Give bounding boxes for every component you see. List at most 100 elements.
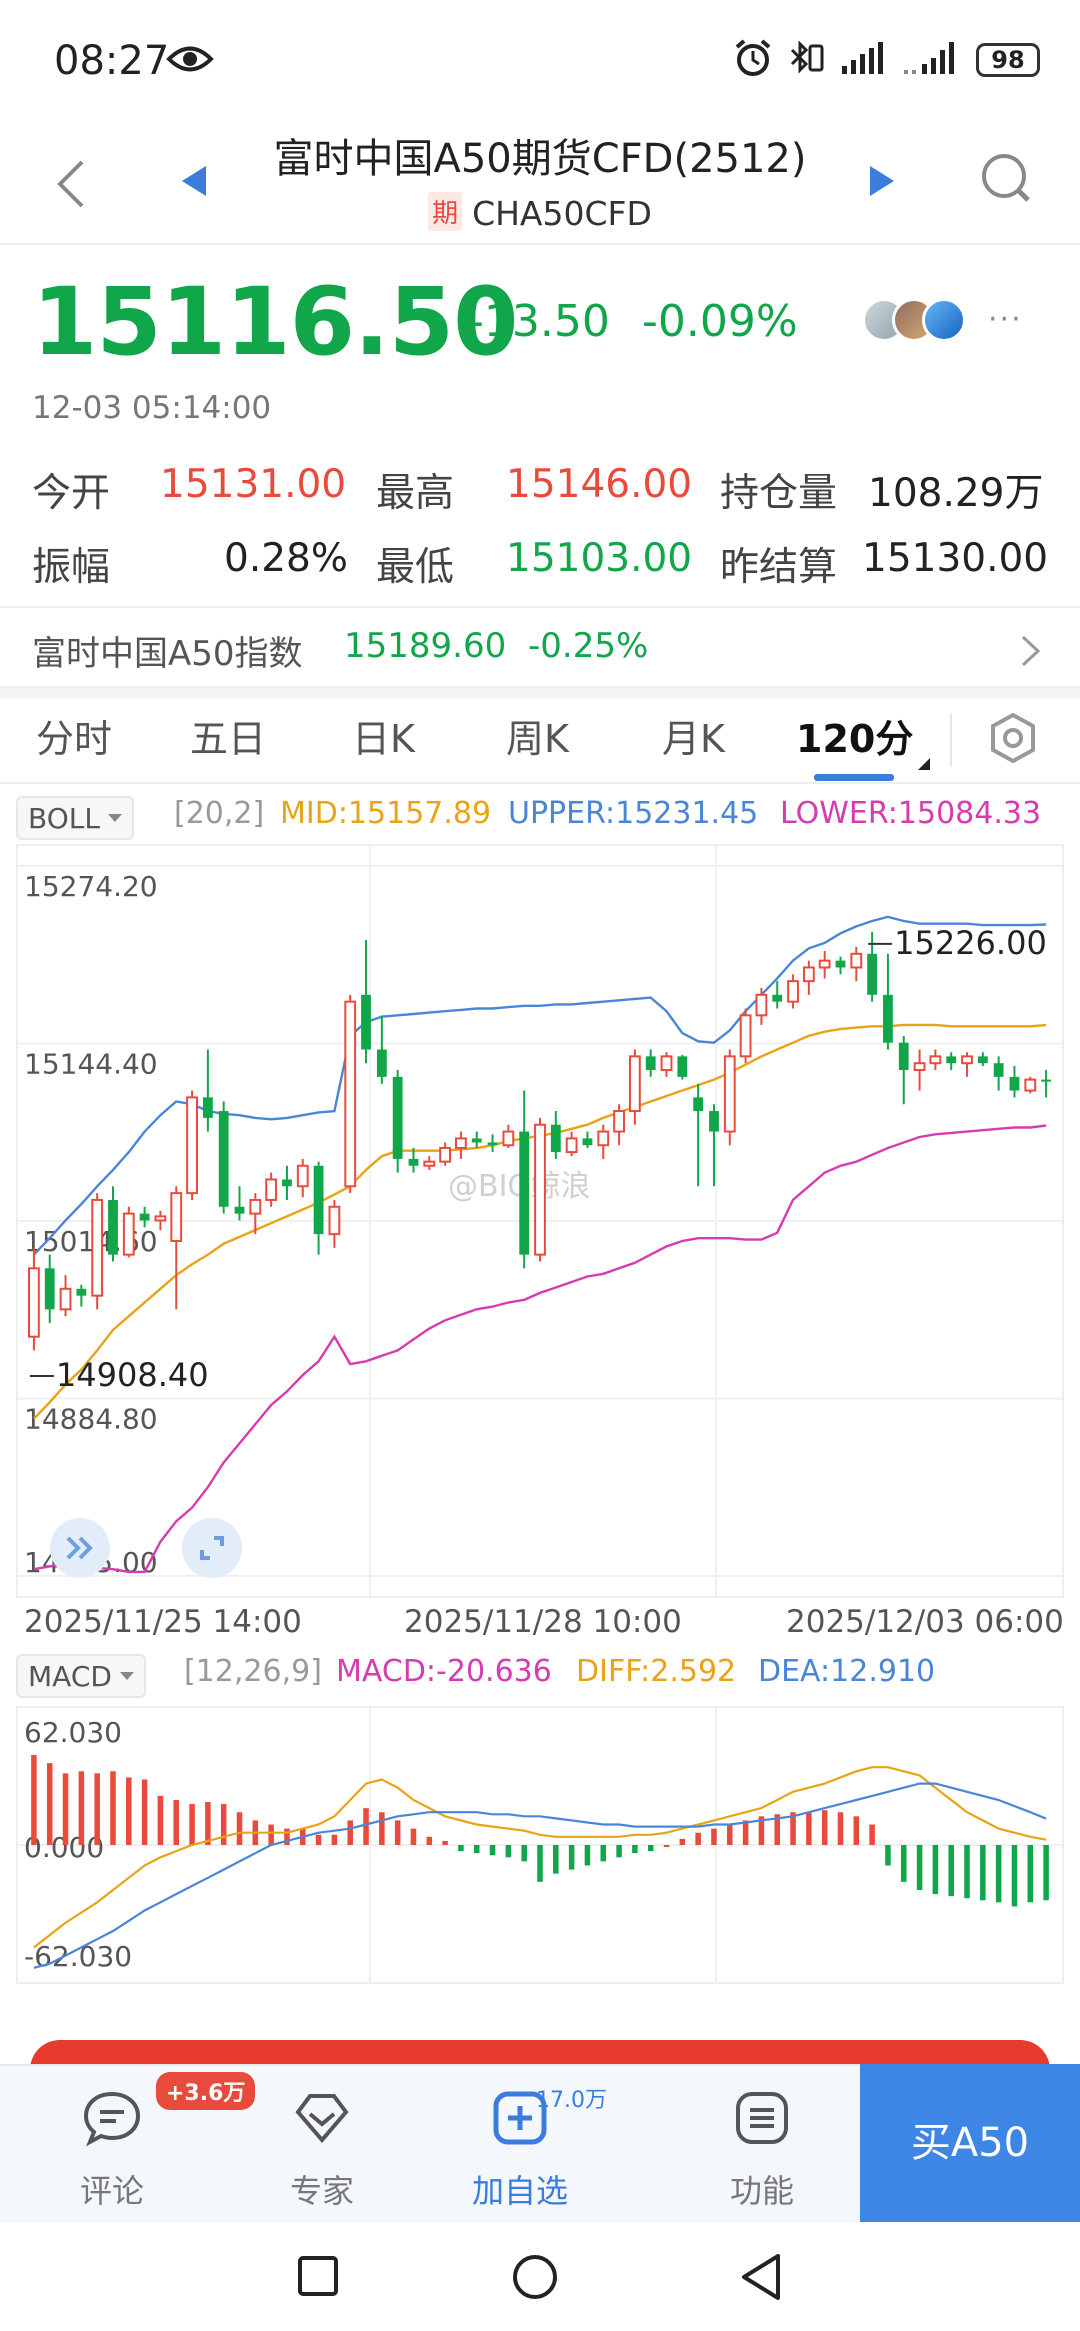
macd-bar <box>727 1824 733 1845</box>
macd-bar <box>363 1808 369 1845</box>
candle-body <box>961 1055 973 1065</box>
candle-body <box>471 1138 482 1143</box>
back-icon[interactable] <box>738 2252 784 2306</box>
candle-body <box>835 960 846 968</box>
macd-bar <box>379 1812 385 1845</box>
candle-body <box>249 1198 262 1215</box>
expand-left-button[interactable] <box>50 1518 110 1578</box>
oi-value: 108.29万 <box>868 471 1044 516</box>
boll-selector[interactable]: BOLL <box>16 796 134 840</box>
macd-chart[interactable]: 62.030 0.000 -62.030 <box>16 1706 1064 1984</box>
macd-bar <box>869 1824 875 1845</box>
candle-body <box>376 1049 387 1077</box>
macd-bar <box>442 1840 448 1845</box>
tab-dropdown-corner <box>918 758 930 770</box>
boll-mid: MID:15157.89 <box>280 796 492 831</box>
comment-icon <box>82 2088 142 2152</box>
function-button[interactable]: 功能 <box>682 2066 842 2224</box>
macd-bar <box>916 1845 923 1891</box>
recent-apps-icon[interactable] <box>296 2254 340 2302</box>
min-price-label: 14908.40 <box>56 1356 209 1394</box>
macd-bar <box>616 1845 622 1858</box>
home-icon[interactable] <box>510 2252 560 2306</box>
tab-weekly-k[interactable]: 周K <box>506 708 569 763</box>
macd-bar <box>205 1802 211 1845</box>
macd-bar <box>584 1845 591 1866</box>
candle-body <box>787 980 799 1003</box>
max-price-label: 15226.00 <box>894 924 1047 962</box>
period-tabs: 分时 五日 日K 周K 月K 120分 <box>0 698 1080 784</box>
macd-bar <box>853 1816 860 1845</box>
macd-bar <box>521 1845 527 1862</box>
section-divider <box>0 688 1080 698</box>
candle-body <box>313 1165 324 1235</box>
tab-timeshare[interactable]: 分时 <box>36 708 112 763</box>
macd-svg: 62.0300.000-62.030 <box>18 1708 1062 1982</box>
comment-button[interactable]: +3.6万 评论 <box>32 2066 256 2224</box>
candle-body <box>898 1042 909 1071</box>
index-pct: -0.25% <box>528 626 649 666</box>
next-triangle-icon[interactable] <box>868 164 896 202</box>
high-value: 15146.00 <box>506 462 693 507</box>
comment-label: 评论 <box>79 2172 144 2210</box>
index-link-row[interactable]: 富时中国A50指数 15189.60 -0.25% <box>0 606 1080 688</box>
candle-body <box>883 994 893 1043</box>
x-axis-label-start: 2025/11/25 14:00 <box>24 1604 302 1640</box>
tab-daily-k[interactable]: 日K <box>352 708 415 763</box>
expert-button[interactable]: 专家 <box>242 2066 402 2224</box>
y-axis-label: -62.030 <box>24 1940 132 1973</box>
macd-selector[interactable]: MACD <box>16 1654 146 1698</box>
macd-bar <box>900 1845 907 1882</box>
quote-time: 12-03 05:14:00 <box>32 390 272 426</box>
candle-body <box>993 1063 1004 1077</box>
search-icon[interactable] <box>978 150 1034 210</box>
tab-120min[interactable]: 120分 <box>796 708 913 763</box>
signal-icon <box>840 40 888 80</box>
macd-bar <box>46 1763 53 1845</box>
macd-bar <box>236 1812 243 1845</box>
more-icon[interactable]: ··· <box>988 302 1023 337</box>
symbol-line: 期 CHA50CFD <box>0 192 1080 233</box>
macd-bar <box>647 1845 654 1852</box>
candle-body <box>867 953 878 995</box>
candle-body <box>91 1198 104 1297</box>
candle-body <box>946 1056 957 1064</box>
candle-body <box>392 1076 403 1159</box>
futures-badge: 期 <box>428 192 463 231</box>
macd-bar <box>62 1773 69 1845</box>
candle-body <box>660 1055 673 1072</box>
macd-bar <box>94 1773 100 1845</box>
candle-body <box>487 1142 498 1146</box>
buy-button[interactable]: 买A50 <box>860 2064 1080 2222</box>
candle-body <box>1041 1079 1051 1082</box>
chevron-right-icon <box>1020 634 1042 672</box>
candle-body <box>628 1055 641 1113</box>
candle-body <box>709 1111 719 1132</box>
candle-body <box>1024 1078 1037 1092</box>
boll-legend: BOLL [20,2] MID:15157.89 UPPER:15231.45 … <box>16 792 1076 840</box>
macd-selector-label: MACD <box>28 1660 112 1693</box>
macd-bar <box>189 1804 195 1845</box>
candle-body <box>455 1137 467 1149</box>
candle-body <box>265 1178 278 1201</box>
stats-panel: 今开 15131.00 最高 15146.00 持仓量 108.29万 振幅 0… <box>32 462 1052 610</box>
fullscreen-button[interactable] <box>182 1518 242 1578</box>
tab-monthly-k[interactable]: 月K <box>662 708 725 763</box>
wifi-icon <box>902 40 962 80</box>
macd-bar <box>505 1845 512 1858</box>
candle-body <box>802 966 815 983</box>
avatar-group[interactable] <box>862 298 972 342</box>
candle-body <box>59 1287 72 1311</box>
candle-body <box>328 1205 341 1236</box>
macd-bar <box>837 1812 844 1845</box>
candle-body <box>202 1097 213 1118</box>
candle-body <box>502 1130 515 1147</box>
macd-bar <box>885 1845 891 1866</box>
macd-bar <box>663 1845 670 1847</box>
kline-chart[interactable]: 15274.2015144.4015014.6014884.8014755.00… <box>16 844 1064 1598</box>
settings-icon[interactable] <box>988 712 1038 768</box>
candle-body <box>234 1206 245 1214</box>
watchlist-count: 17.0万 <box>536 2088 607 2113</box>
tab-five-day[interactable]: 五日 <box>190 708 266 763</box>
expert-label: 专家 <box>289 2172 354 2210</box>
